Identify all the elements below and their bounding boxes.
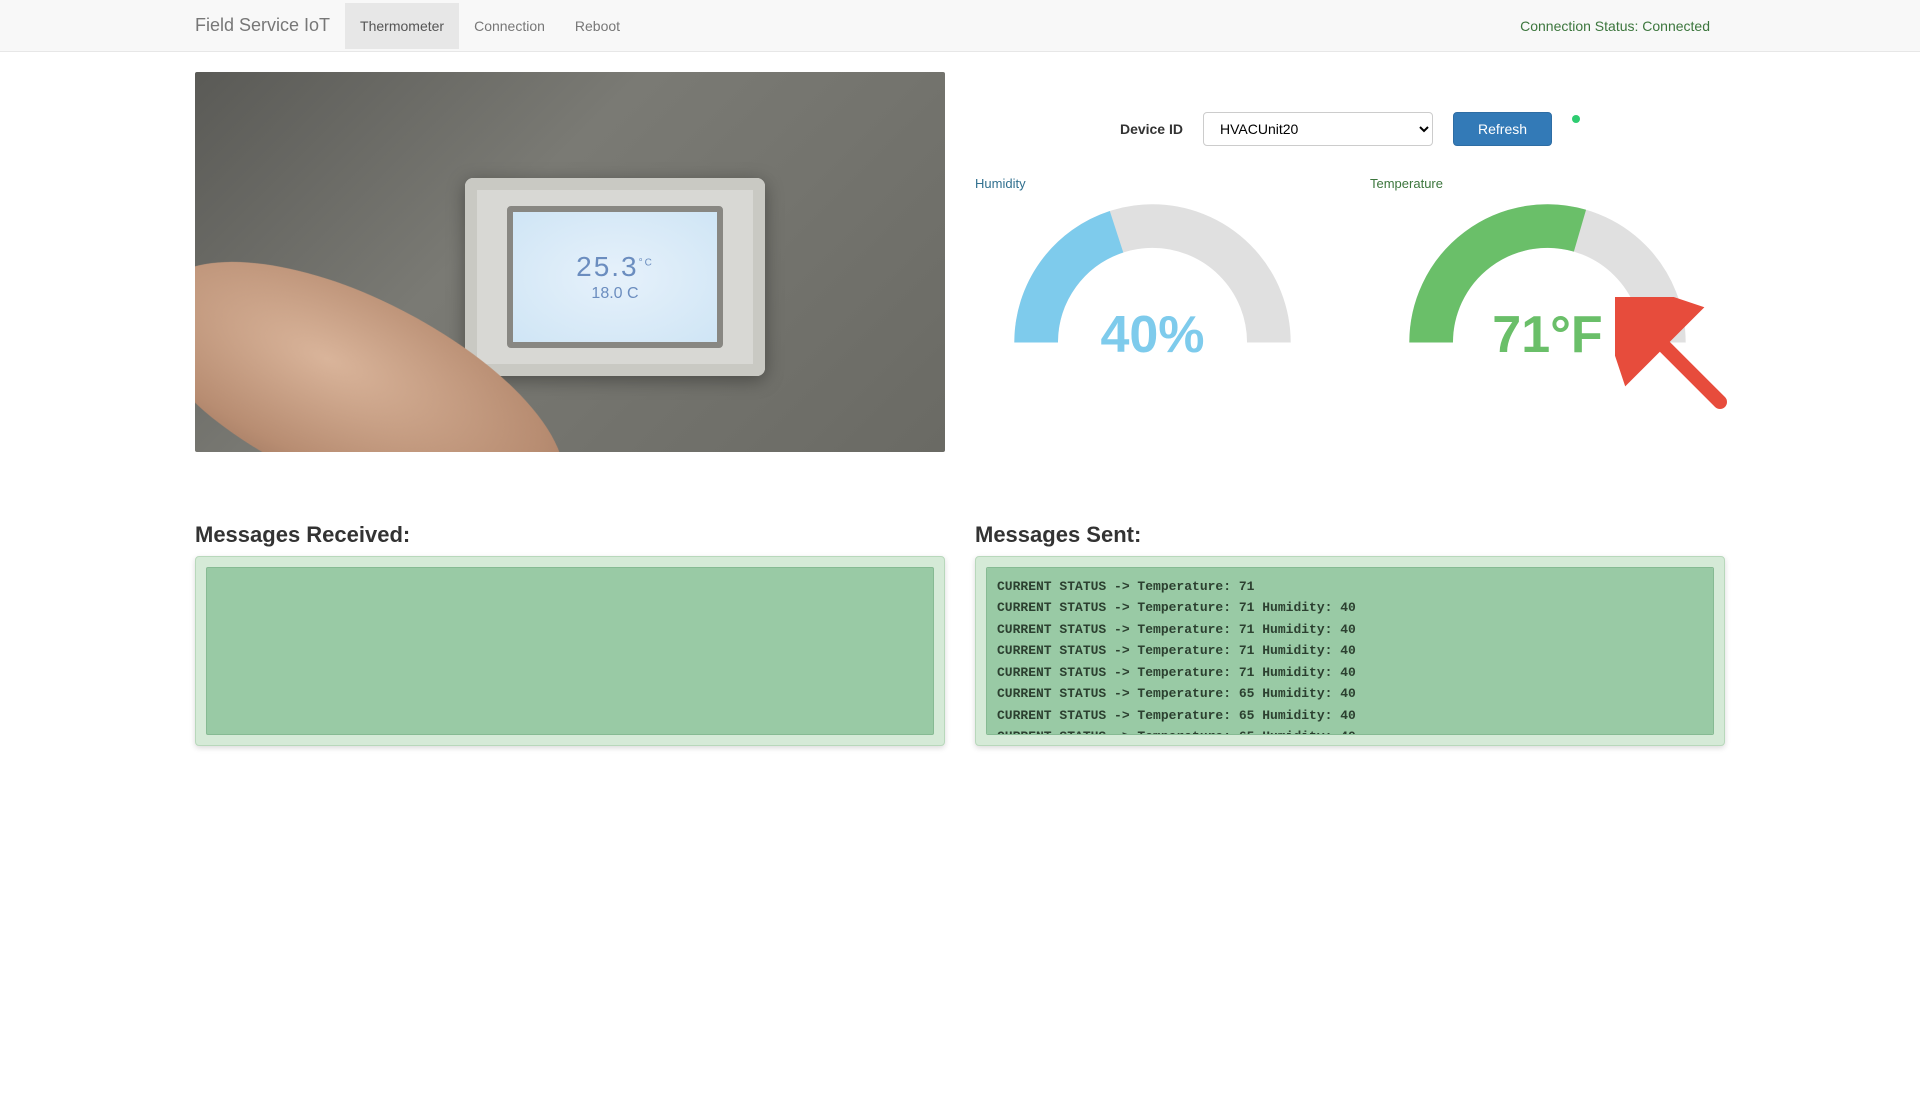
messages-received-body[interactable]	[206, 567, 934, 735]
temperature-gauge-title: Temperature	[1370, 176, 1725, 191]
device-id-label: Device ID	[1120, 121, 1183, 137]
thermostat-main-reading: 25.3	[576, 251, 639, 282]
humidity-gauge-value: 40%	[975, 305, 1330, 365]
log-line: CURRENT STATUS -> Temperature: 65 Humidi…	[997, 683, 1703, 704]
connection-status-value: Connected	[1642, 18, 1710, 34]
log-line: CURRENT STATUS -> Temperature: 71	[997, 576, 1703, 597]
log-line: CURRENT STATUS -> Temperature: 71 Humidi…	[997, 640, 1703, 661]
messages-sent-header: Messages Sent:	[975, 522, 1725, 548]
humidity-gauge: Humidity 40%	[975, 176, 1330, 357]
nav-tabs: Thermometer Connection Reboot	[345, 3, 635, 49]
tab-thermometer-label[interactable]: Thermometer	[345, 3, 459, 49]
tab-thermometer[interactable]: Thermometer	[345, 3, 459, 49]
brand[interactable]: Field Service IoT	[195, 0, 345, 51]
thermostat-device-frame: 25.3°C 18.0 C	[465, 178, 765, 376]
thermostat-screen: 25.3°C 18.0 C	[507, 206, 723, 348]
status-indicator-icon	[1572, 115, 1580, 123]
messages-received-panel	[195, 556, 945, 746]
messages-sent-body[interactable]: CURRENT STATUS -> Temperature: 71CURRENT…	[986, 567, 1714, 735]
log-line: CURRENT STATUS -> Temperature: 71 Humidi…	[997, 597, 1703, 618]
humidity-gauge-title: Humidity	[975, 176, 1330, 191]
temperature-gauge-value: 71°F	[1370, 305, 1725, 365]
tab-reboot-label[interactable]: Reboot	[560, 3, 635, 49]
log-line: CURRENT STATUS -> Temperature: 65 Humidi…	[997, 726, 1703, 735]
tab-reboot[interactable]: Reboot	[560, 3, 635, 49]
messages-sent-panel: CURRENT STATUS -> Temperature: 71CURRENT…	[975, 556, 1725, 746]
log-line: CURRENT STATUS -> Temperature: 65 Humidi…	[997, 705, 1703, 726]
device-id-select[interactable]: HVACUnit20	[1203, 112, 1433, 146]
temperature-gauge: Temperature 71°F	[1370, 176, 1725, 357]
messages-received-header: Messages Received:	[195, 522, 945, 548]
thermostat-sub-reading: 18.0	[591, 285, 622, 302]
connection-status-label: Connection Status:	[1520, 18, 1638, 34]
refresh-button[interactable]: Refresh	[1453, 112, 1552, 146]
log-line: CURRENT STATUS -> Temperature: 71 Humidi…	[997, 619, 1703, 640]
connection-status: Connection Status: Connected	[1520, 18, 1725, 34]
tab-connection[interactable]: Connection	[459, 3, 560, 49]
tab-connection-label[interactable]: Connection	[459, 3, 560, 49]
thermostat-sub-unit: C	[627, 285, 639, 302]
thermostat-photo: 25.3°C 18.0 C	[195, 72, 945, 452]
log-line: CURRENT STATUS -> Temperature: 71 Humidi…	[997, 662, 1703, 683]
navbar: Field Service IoT Thermometer Connection…	[0, 0, 1920, 52]
thermostat-main-unit: °C	[639, 258, 654, 269]
device-controls: Device ID HVACUnit20 Refresh	[975, 112, 1725, 146]
